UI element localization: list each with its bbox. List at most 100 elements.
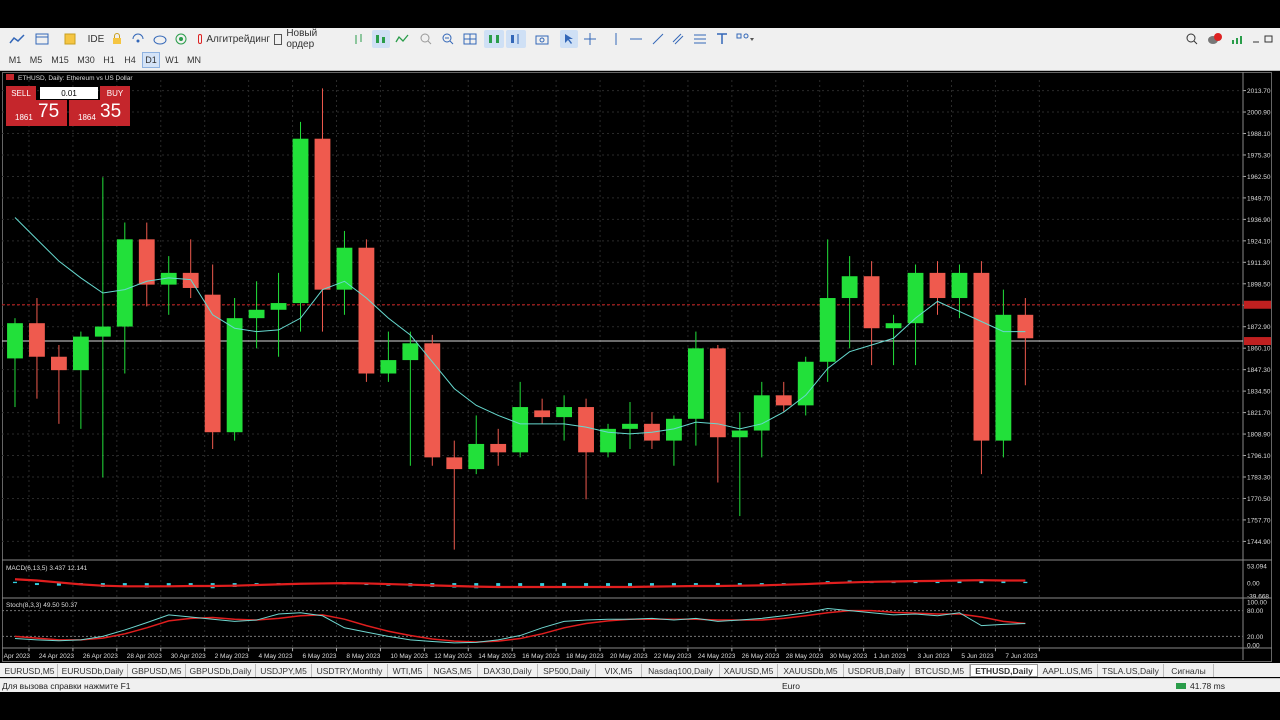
date-axis-label: 7 Jun 2023 — [1005, 653, 1038, 660]
algo-stop-icon — [198, 34, 203, 44]
candles-icon[interactable] — [372, 30, 390, 48]
candle-body — [402, 343, 419, 361]
date-axis-label: 30 May 2023 — [830, 653, 868, 660]
chart-tab[interactable]: Сигналы — [1164, 664, 1214, 677]
sell-price-prefix: 1861 — [15, 113, 33, 122]
chart-tab[interactable]: Nasdaq100,Daily — [642, 664, 720, 677]
chart-tab[interactable]: USDRUB,Daily — [844, 664, 910, 677]
macd-histogram-bar — [1023, 581, 1028, 584]
chart-tab[interactable]: ETHUSD,Daily — [970, 664, 1038, 677]
stoch-axis-label: 0.00 — [1247, 643, 1260, 650]
buy-price-box[interactable]: 1864 35 — [69, 100, 130, 126]
price-axis-label: 1962.50 — [1247, 174, 1271, 181]
timeframe-d1[interactable]: D1 — [142, 52, 160, 68]
timeframe-h1[interactable]: H1 — [100, 52, 118, 68]
chart-shift-icon[interactable] — [506, 30, 526, 48]
chart-type-icon[interactable] — [6, 30, 28, 48]
candle-body — [380, 360, 397, 374]
chart-tab[interactable]: SP500,Daily — [538, 664, 596, 677]
tile-windows-icon[interactable] — [462, 30, 478, 48]
window-controls[interactable] — [1250, 30, 1276, 48]
vps-icon[interactable] — [173, 30, 189, 48]
screenshot-icon[interactable] — [534, 30, 550, 48]
cloud-icon[interactable] — [152, 30, 168, 48]
date-axis-label: 14 May 2023 — [478, 653, 516, 660]
connection-icon[interactable] — [1230, 30, 1246, 48]
crosshair-icon[interactable] — [582, 30, 598, 48]
chart-tab[interactable]: EURUSDb,Daily — [58, 664, 128, 677]
price-axis-label: 1834.50 — [1247, 389, 1271, 396]
main-toolbar: IDE Алгитрейдинг Новый ордер — [0, 28, 1280, 50]
timeframe-m15[interactable]: M15 — [48, 52, 72, 68]
timeframe-m1[interactable]: M1 — [6, 52, 24, 68]
sell-price-box[interactable]: 1861 75 — [6, 100, 67, 126]
price-axis-label: 2000.90 — [1247, 110, 1271, 117]
zoom-in-icon[interactable] — [418, 30, 434, 48]
algo-trading-button[interactable]: Алгитрейдинг — [198, 30, 270, 48]
stoch-label: Stoch(8,3,3) 49.50 50.37 — [6, 602, 78, 609]
fibonacci-icon[interactable] — [692, 30, 708, 48]
shapes-dropdown-icon[interactable] — [734, 30, 758, 48]
chart-tab[interactable]: USDJPY,M5 — [256, 664, 312, 677]
vertical-line-icon[interactable] — [608, 30, 624, 48]
date-axis-label: 22 May 2023 — [654, 653, 692, 660]
chart-tab[interactable]: TSLA.US,Daily — [1098, 664, 1164, 677]
chart-tab[interactable]: DAX30,Daily — [478, 664, 538, 677]
chart-tab[interactable]: VIX,M5 — [596, 664, 642, 677]
chart-tab[interactable]: USDTRY,Monthly — [312, 664, 388, 677]
chart-tab[interactable]: EURUSD,M5 — [2, 664, 58, 677]
date-axis-label: 5 Jun 2023 — [961, 653, 994, 660]
sell-button[interactable]: SELL — [6, 86, 36, 100]
date-axis-label: 4 May 2023 — [259, 653, 293, 660]
buy-price-pips: 35 — [100, 101, 122, 122]
date-axis-label: 3 Jun 2023 — [917, 653, 950, 660]
timeframe-m30[interactable]: M30 — [75, 52, 97, 68]
depth-of-market-icon[interactable] — [352, 30, 368, 48]
chart-tab[interactable]: AAPL.US,M5 — [1038, 664, 1098, 677]
candle-body — [622, 423, 638, 429]
channel-icon[interactable] — [670, 30, 686, 48]
timeframe-mn[interactable]: MN — [184, 52, 204, 68]
chart-tab[interactable]: XAUUSDb,M5 — [778, 664, 844, 677]
stoch-axis-label: 20.00 — [1247, 634, 1264, 641]
timeframe-w1[interactable]: W1 — [163, 52, 181, 68]
candle-body — [907, 272, 924, 324]
horizontal-line-icon[interactable] — [628, 30, 644, 48]
line-chart-icon[interactable] — [394, 30, 410, 48]
candle-body — [556, 407, 573, 418]
text-icon[interactable] — [714, 30, 730, 48]
chart-tab[interactable]: GBPUSDb,Daily — [186, 664, 256, 677]
date-axis-label: 28 May 2023 — [786, 653, 824, 660]
candle-body — [94, 326, 111, 337]
chart-tab[interactable]: WTI,M5 — [388, 664, 428, 677]
date-axis-label: 28 Apr 2023 — [127, 653, 162, 660]
buy-button[interactable]: BUY — [100, 86, 130, 100]
market-watch-icon[interactable] — [62, 30, 78, 48]
new-order-button[interactable]: Новый ордер — [274, 28, 342, 50]
templates-icon[interactable] — [32, 30, 52, 48]
timeframes-bar: M1 M5 M15 M30 H1 H4 D1 W1 MN — [0, 50, 1280, 71]
search-icon[interactable] — [1184, 30, 1200, 48]
timeframe-m5[interactable]: M5 — [27, 52, 45, 68]
stoch-axis-label: 80.00 — [1247, 608, 1264, 615]
timeframe-h4[interactable]: H4 — [121, 52, 139, 68]
lot-size-input[interactable]: 0.01 — [40, 87, 98, 99]
macd-axis-label: 53.094 — [1247, 563, 1267, 570]
cursor-icon[interactable] — [560, 30, 578, 48]
chart-canvas[interactable]: 2013.70 2000.90 1988.10 1975.30 1962.50 1949.… — [2, 72, 1272, 662]
chart-tab[interactable]: XAUUSD,M5 — [720, 664, 778, 677]
date-axis-label: 2 May 2023 — [215, 653, 249, 660]
lock-icon[interactable] — [110, 30, 124, 48]
chart-tab[interactable]: NGAS,M5 — [428, 664, 478, 677]
chart-tab[interactable]: GBPUSD,M5 — [128, 664, 186, 677]
signals-icon[interactable] — [130, 30, 146, 48]
candle-body — [72, 336, 89, 371]
trendline-icon[interactable] — [650, 30, 666, 48]
notifications-icon[interactable] — [1206, 30, 1224, 48]
ide-button[interactable]: IDE — [86, 30, 106, 48]
candle-body — [775, 395, 792, 406]
date-axis-label: 1 Jun 2023 — [874, 653, 907, 660]
chart-tab[interactable]: BTCUSD,M5 — [910, 664, 970, 677]
zoom-out-icon[interactable] — [440, 30, 456, 48]
autoscroll-icon[interactable] — [484, 30, 504, 48]
